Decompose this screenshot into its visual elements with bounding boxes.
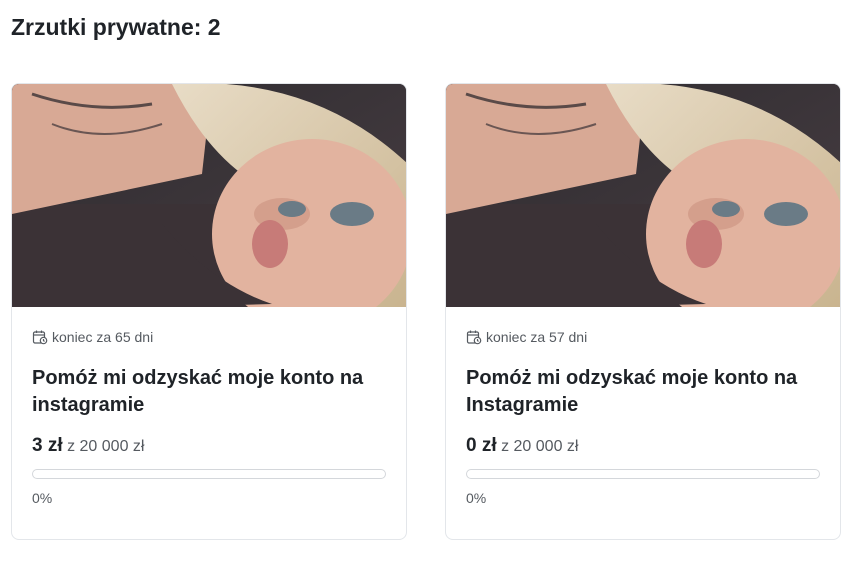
page-title: Zrzutki prywatne: 2 <box>11 14 221 40</box>
card-body: koniec za 65 dni Pomóż mi odzyskać moje … <box>12 329 406 506</box>
deadline: koniec za 57 dni <box>466 329 820 345</box>
fundraiser-list: koniec za 65 dni Pomóż mi odzyskać moje … <box>11 83 841 540</box>
fundraiser-title[interactable]: Pomóż mi odzyskać moje konto na Instagra… <box>466 365 820 419</box>
amount-line: 3 zł z 20 000 zł <box>32 435 386 457</box>
deadline-text: koniec za 57 dni <box>486 329 588 345</box>
fundraiser-photo[interactable] <box>446 84 840 307</box>
deadline: koniec za 65 dni <box>32 329 386 345</box>
percent-label: 0% <box>466 490 487 506</box>
photo-illustration <box>446 84 840 307</box>
raised-amount: 3 zł <box>32 435 63 456</box>
fundraiser-card[interactable]: koniec za 65 dni Pomóż mi odzyskać moje … <box>11 83 407 540</box>
page: Zrzutki prywatne: 2 koniec za 65 dni Pom… <box>0 0 859 585</box>
card-body: koniec za 57 dni Pomóż mi odzyskać moje … <box>446 329 840 506</box>
raised-amount: 0 zł <box>466 435 497 456</box>
percent-label: 0% <box>32 490 53 506</box>
goal-amount: z 20 000 zł <box>67 438 145 455</box>
progress-bar <box>32 469 386 479</box>
photo-illustration <box>12 84 406 307</box>
calendar-clock-icon <box>466 329 482 345</box>
fundraiser-card[interactable]: koniec za 57 dni Pomóż mi odzyskać moje … <box>445 83 841 540</box>
fundraiser-title[interactable]: Pomóż mi odzyskać moje konto na instagra… <box>32 365 386 419</box>
amount-line: 0 zł z 20 000 zł <box>466 435 820 457</box>
deadline-text: koniec za 65 dni <box>52 329 154 345</box>
progress-bar <box>466 469 820 479</box>
goal-amount: z 20 000 zł <box>501 438 579 455</box>
calendar-clock-icon <box>32 329 48 345</box>
fundraiser-photo[interactable] <box>12 84 406 307</box>
